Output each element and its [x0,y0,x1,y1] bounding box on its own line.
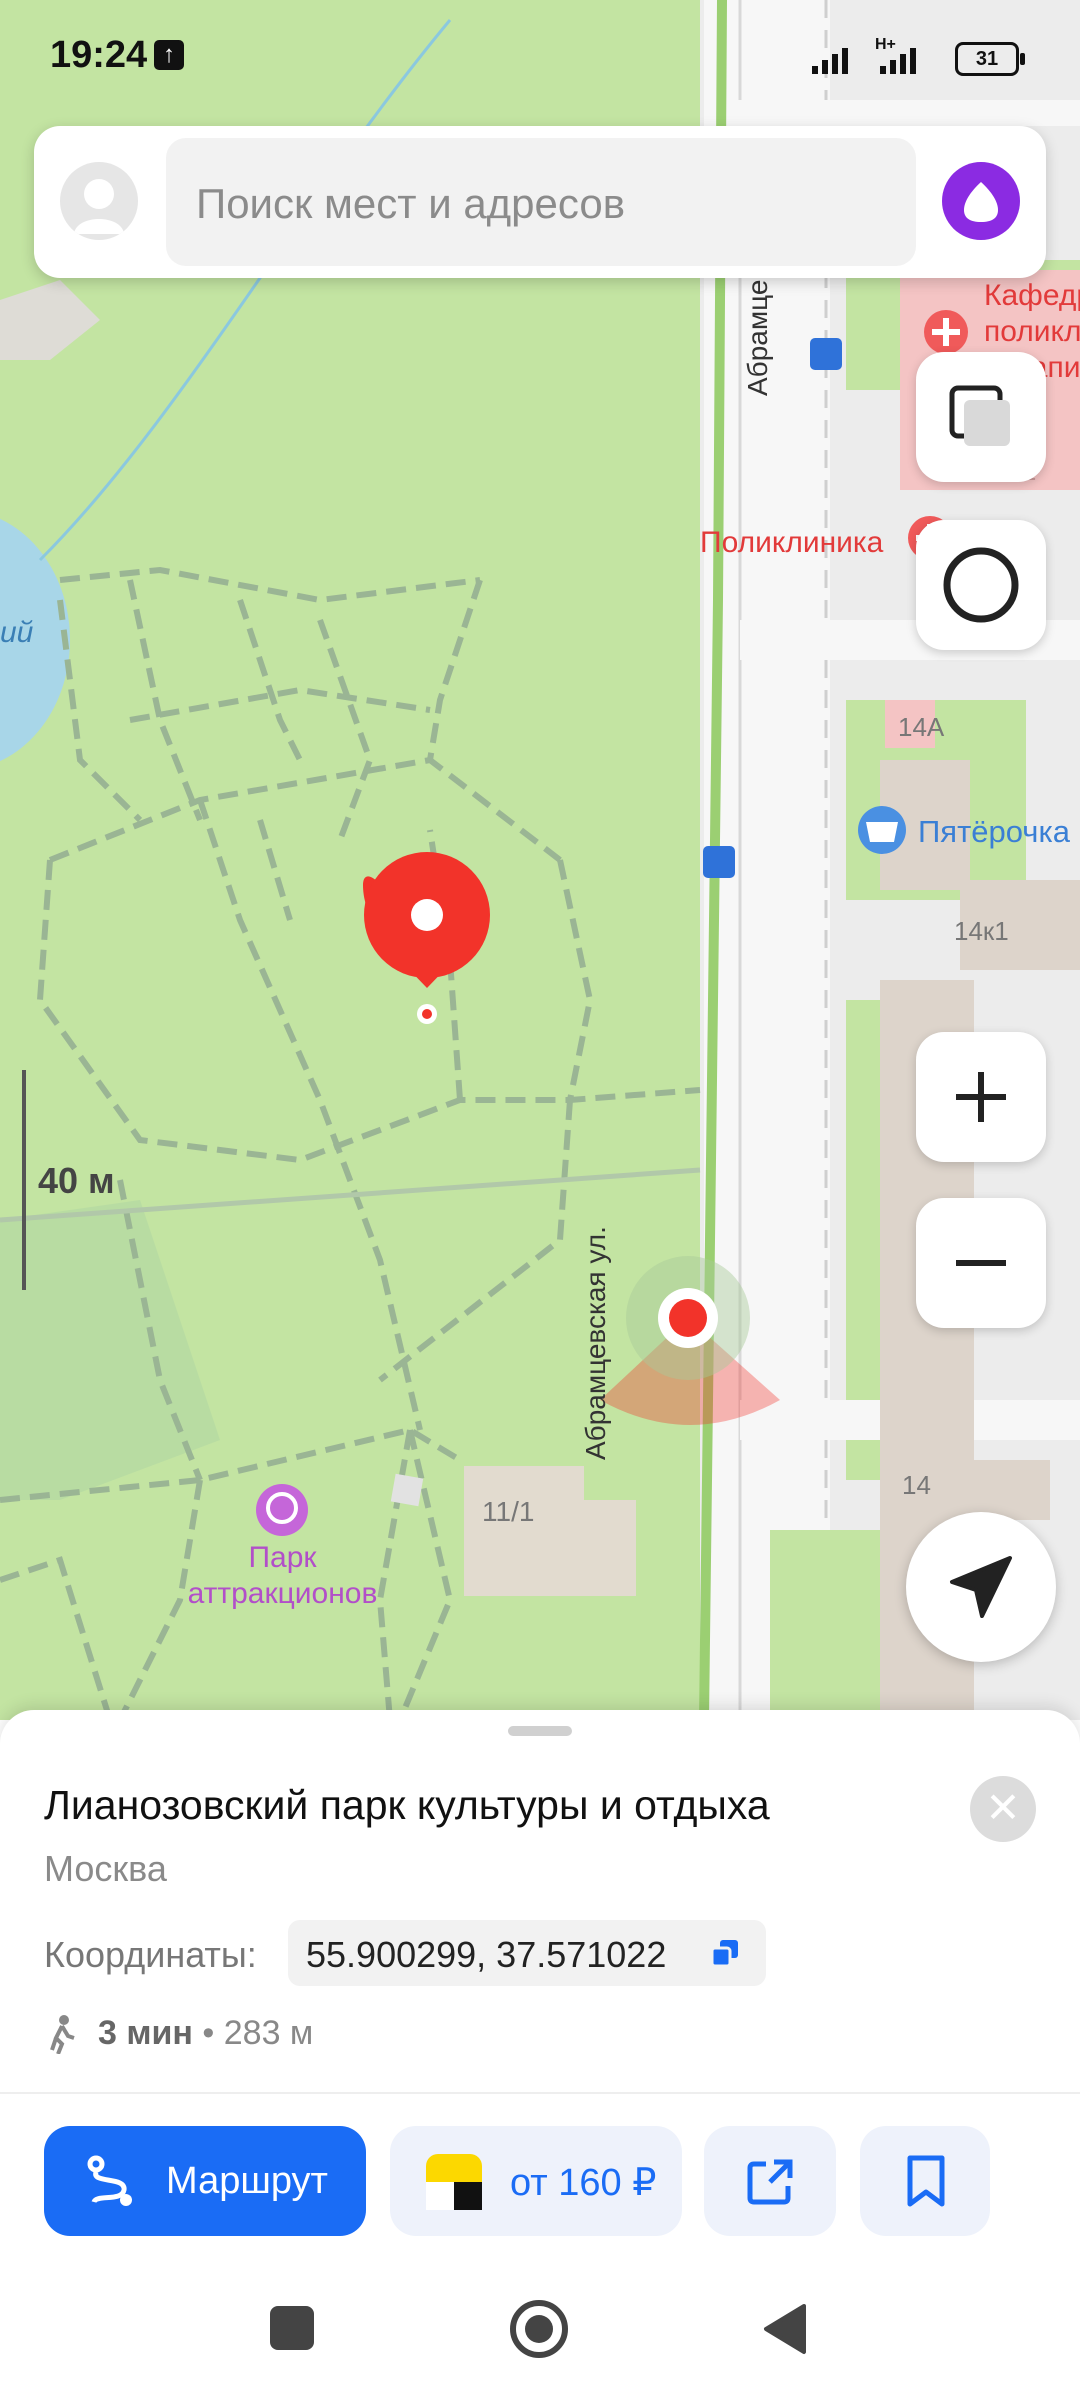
park-label: Парк аттракционов [170,1540,395,1612]
walk-separator: • [192,2014,224,2052]
walk-info: 3 мин • 283 м [44,2014,313,2054]
route-icon [87,2155,132,2206]
layers-button[interactable] [916,352,1046,482]
amusement-park-icon [256,1484,308,1536]
zoom-in-button[interactable] [916,1032,1046,1162]
park-label-line2: аттракционов [187,1577,378,1610]
building-11-1 [560,1500,636,1596]
recent-apps-icon[interactable] [268,2304,316,2352]
my-location-button[interactable] [906,1512,1056,1662]
walk-distance: 283 м [223,2014,314,2052]
pond-label: ий [0,616,34,649]
building-14a-label: 14А [898,712,945,742]
place-city: Москва [44,1848,167,1889]
street-label: Абрамцевская ул. [580,1226,611,1460]
bookmark-icon [907,2155,945,2207]
alice-icon[interactable] [942,162,1020,240]
share-icon [747,2159,793,2205]
building [960,1460,1050,1520]
coordinates-value-box[interactable]: 55.900299, 37.571022 [288,1920,766,1986]
taxi-button[interactable]: от 160 ₽ [390,2126,682,2236]
kiosk [390,1473,424,1507]
nav-back-icon[interactable] [760,2302,810,2356]
avatar-icon[interactable] [60,162,138,240]
divider [0,2092,1080,2094]
status-bar: 19:24 ↑ H+ 31 [0,0,1080,110]
sheet-handle[interactable] [508,1726,572,1736]
building-14k1-label: 14к1 [954,916,1009,946]
walk-time: 3 мин [98,2014,193,2052]
park-label-line1: Парк [248,1541,317,1574]
system-navbar [0,2250,1080,2400]
battery-level: 31 [975,48,999,70]
compass-icon [943,547,1019,623]
building-14-label: 14 [902,1470,931,1500]
walk-icon [50,2015,75,2054]
green-strip [770,1530,890,1720]
alice-logo [964,182,998,222]
building [0,280,100,360]
poliklinika-label: Поликлиника [700,526,884,559]
grocery-icon [866,822,898,842]
pyaterochka-label: Пятёрочка [918,814,1070,849]
layers-icon [949,385,1010,446]
scale-label: 40 м [38,1160,115,1201]
taxi-icon [426,2154,482,2210]
copy-icon[interactable] [708,1936,742,1970]
search-bar: Поиск мест и адресов [34,126,1046,278]
place-title: Лианозовский парк культуры и отдыха [44,1782,770,1828]
zoom-out-icon [956,1260,1006,1266]
close-icon[interactable]: ✕ [970,1776,1036,1842]
search-placeholder: Поиск мест и адресов [196,180,626,227]
walk-text: 3 мин • 283 м [98,2014,313,2052]
zoom-in-icon [956,1072,1006,1122]
share-button[interactable] [704,2126,836,2236]
nav-home-icon[interactable] [508,2298,570,2360]
zoom-out-button[interactable] [916,1198,1046,1328]
building-11-1-label: 11/1 [482,1496,535,1527]
battery-icon: 31 [955,42,1025,76]
place-point [422,1009,432,1019]
taxi-label: от 160 ₽ [510,2162,657,2204]
place-pin-dot [411,899,443,931]
user-location-marker [669,1299,707,1337]
bookmark-button[interactable] [860,2126,990,2236]
navigation-arrow-icon [950,1556,1012,1618]
upload-icon: ↑ [154,40,184,70]
bus-stop-icon [703,846,735,878]
coordinates-value: 55.900299, 37.571022 [306,1934,667,1975]
compass-button[interactable] [916,520,1046,650]
route-label: Маршрут [166,2160,328,2202]
bus-stop-icon [810,338,842,370]
scale-bar [22,1070,26,1290]
status-time: 19:24 [50,34,148,76]
search-input[interactable]: Поиск мест и адресов [166,138,916,266]
avatar-silhouette [74,179,124,234]
network-type: H+ [875,36,896,53]
coordinates-label: Координаты: [44,1934,257,1975]
route-button[interactable]: Маршрут [44,2126,366,2236]
